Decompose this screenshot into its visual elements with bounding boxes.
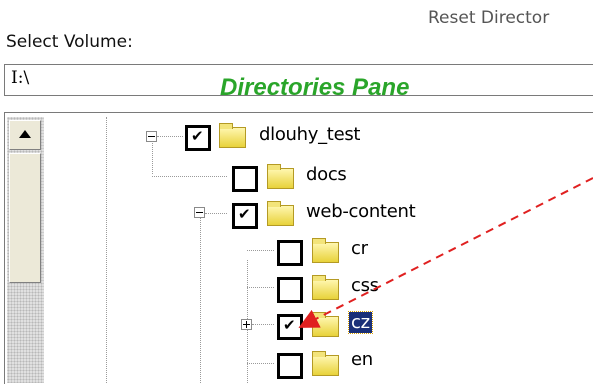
tree-node-label[interactable]: css	[351, 275, 379, 296]
volume-value: I:\	[11, 68, 30, 88]
tree-node-label[interactable]: docs	[306, 164, 347, 185]
tree-guide-line	[247, 287, 274, 288]
tree-guide-line	[205, 213, 227, 214]
expand-icon[interactable]	[241, 319, 252, 330]
tree-guide-line	[200, 218, 201, 383]
scroll-up-button[interactable]	[9, 120, 41, 150]
tree-guide-line	[252, 324, 274, 325]
tree-node-label[interactable]: web-content	[306, 201, 416, 222]
checkbox-css[interactable]	[277, 277, 303, 303]
checkbox-dlouhy-test[interactable]: ✔	[185, 125, 211, 151]
folder-icon	[312, 238, 339, 263]
tree-node-label-selected[interactable]: cz	[348, 311, 373, 334]
reset-directories-button[interactable]: Reset Director	[420, 0, 593, 36]
collapse-icon[interactable]	[194, 207, 205, 218]
scrollbar-thumb[interactable]	[9, 153, 41, 283]
tree-node-label[interactable]: en	[351, 349, 373, 370]
select-volume-label: Select Volume:	[6, 32, 133, 52]
tree-guide-line	[247, 363, 274, 364]
checkbox-web-content[interactable]: ✔	[232, 203, 258, 229]
checkbox-cz[interactable]: ✔	[277, 314, 303, 340]
folder-icon	[267, 201, 294, 226]
folder-icon	[312, 312, 339, 337]
checkbox-docs[interactable]	[232, 166, 258, 192]
collapse-icon[interactable]	[146, 131, 157, 142]
checkmark: ✔	[238, 205, 251, 223]
tree-node-label[interactable]: dlouhy_test	[259, 124, 360, 145]
tree-node-label[interactable]: cr	[351, 238, 368, 259]
checkmark: ✔	[283, 316, 296, 334]
tree-guide-line	[157, 136, 183, 137]
pane-title-annotation: Directories Pane	[220, 74, 410, 101]
tree-guide-line	[152, 176, 227, 177]
folder-icon	[219, 123, 246, 148]
folder-icon	[312, 275, 339, 300]
folder-icon	[267, 164, 294, 189]
tree-guide-line	[106, 117, 107, 383]
checkmark: ✔	[191, 127, 204, 145]
tree-guide-line	[247, 250, 274, 251]
folder-icon	[312, 351, 339, 376]
scroll-up-arrow-icon	[19, 130, 31, 138]
checkbox-cr[interactable]	[277, 240, 303, 266]
checkbox-en[interactable]	[277, 353, 303, 379]
